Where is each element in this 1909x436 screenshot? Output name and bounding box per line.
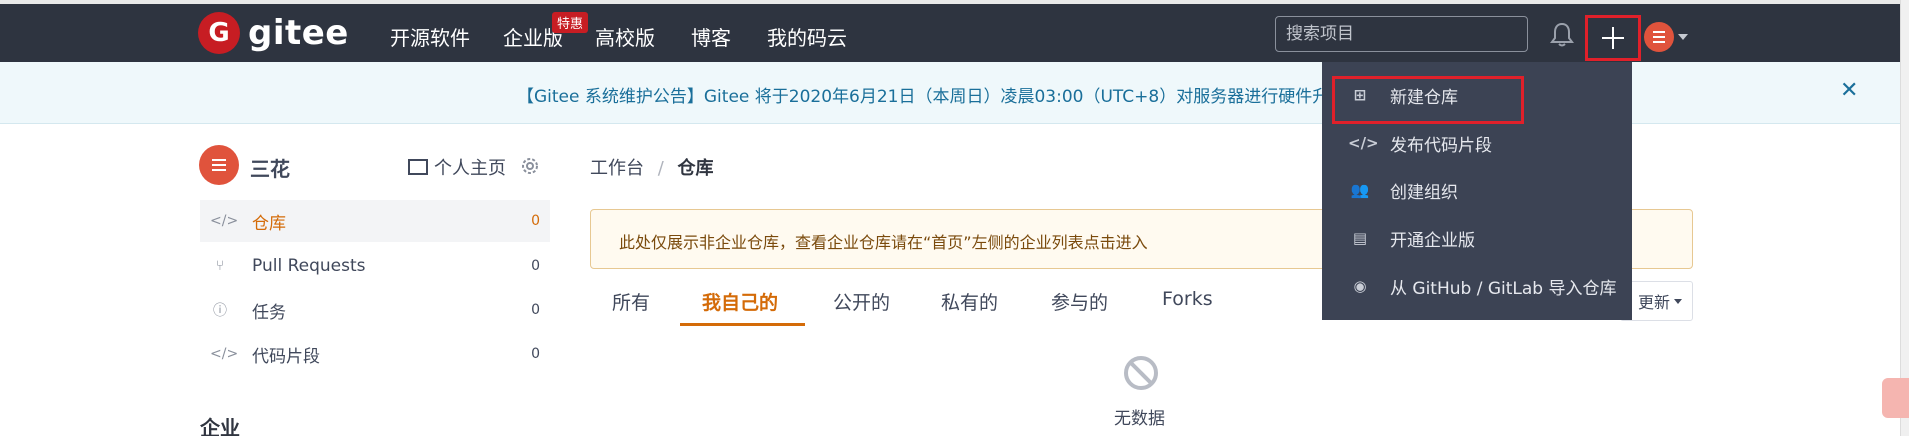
active-tab-underline xyxy=(680,323,805,326)
sidebar-item-count: 0 xyxy=(531,346,540,362)
code-icon: </> xyxy=(210,213,239,229)
sidebar-item-label: Pull Requests xyxy=(252,256,366,276)
gitee-logo-text: gitee xyxy=(248,13,349,53)
enterprise-section-title: 企业 xyxy=(200,416,240,436)
sidebar-item-label: 仓库 xyxy=(252,213,286,234)
no-data-text: 无数据 xyxy=(1114,409,1165,429)
sidebar-item-count: 0 xyxy=(531,302,540,318)
close-icon[interactable]: ✕ xyxy=(1840,78,1858,103)
avatar[interactable] xyxy=(199,145,239,185)
code-icon: </> xyxy=(210,346,239,362)
sidebar-item-label: 代码片段 xyxy=(252,346,320,367)
code-icon: </> xyxy=(1348,134,1379,152)
tab-all[interactable]: 所有 xyxy=(612,288,650,315)
personal-homepage-link[interactable]: 个人主页 xyxy=(408,154,506,180)
breadcrumb: 工作台 / 仓库 xyxy=(590,154,714,180)
chevron-down-icon xyxy=(1674,298,1682,304)
breadcrumb-workbench[interactable]: 工作台 xyxy=(590,158,644,179)
nav-blog[interactable]: 博客 xyxy=(691,22,731,51)
menu-item-publish-snippet[interactable]: </> 发布代码片段 xyxy=(1322,120,1632,166)
breadcrumb-current: 仓库 xyxy=(677,158,714,179)
sidebar-item-count: 0 xyxy=(531,213,540,229)
breadcrumb-separator: / xyxy=(657,158,664,179)
sidebar-item-count: 0 xyxy=(531,258,540,274)
sidebar-item-label: 任务 xyxy=(252,302,286,323)
notice-text: 【Gitee 系统维护公告】Gitee 将于2020年6月21日（本周日）凌晨0… xyxy=(517,87,1347,107)
menu-lines-icon xyxy=(212,159,226,171)
homepage-label: 个人主页 xyxy=(434,158,506,179)
menu-item-create-org[interactable]: 👥 创建组织 xyxy=(1322,167,1632,213)
id-card-icon xyxy=(408,159,428,175)
tab-mine[interactable]: 我自己的 xyxy=(702,288,778,315)
issue-icon: ⓘ xyxy=(213,303,227,319)
menu-item-open-enterprise[interactable]: ▤ 开通企业版 xyxy=(1322,215,1632,261)
tab-participated[interactable]: 参与的 xyxy=(1051,288,1108,315)
pull-request-icon: ⑂ xyxy=(215,258,225,274)
menu-item-label: 发布代码片段 xyxy=(1390,135,1492,156)
create-plus-button[interactable] xyxy=(1585,15,1641,61)
plus-icon xyxy=(1602,27,1624,49)
chevron-down-icon[interactable] xyxy=(1678,34,1688,40)
users-icon: 👥 xyxy=(1350,181,1370,199)
github-icon: ◉ xyxy=(1353,277,1367,295)
tab-public[interactable]: 公开的 xyxy=(833,288,890,315)
tab-private[interactable]: 私有的 xyxy=(941,288,998,315)
search-input[interactable] xyxy=(1275,16,1528,52)
scrollbar[interactable] xyxy=(1900,0,1909,436)
nav-open-source[interactable]: 开源软件 xyxy=(390,22,470,51)
sidebar-item-repos[interactable]: </> 仓库 0 xyxy=(200,200,550,242)
nav-education[interactable]: 高校版 xyxy=(595,22,655,51)
floating-help-button[interactable] xyxy=(1882,378,1909,418)
menu-item-import-repo[interactable]: ◉ 从 GitHub / GitLab 导入仓库 xyxy=(1322,263,1632,309)
menu-item-label: 开通企业版 xyxy=(1390,230,1475,251)
gitee-logo-mark: G xyxy=(198,12,240,54)
building-icon: ▤ xyxy=(1352,229,1368,247)
bell-icon[interactable] xyxy=(1550,22,1574,48)
menu-item-label: 创建组织 xyxy=(1390,182,1458,203)
new-repo-highlight-box xyxy=(1332,76,1524,124)
tip-text: 此处仅展示非企业仓库，查看企业仓库请在“首页”左侧的企业列表点击进入 xyxy=(619,233,1148,252)
sidebar-item-snippets[interactable]: </> 代码片段 0 xyxy=(200,333,550,375)
nav-my-gitee[interactable]: 我的码云 xyxy=(767,22,847,51)
sidebar-item-issues[interactable]: ⓘ 任务 0 xyxy=(200,289,550,331)
tab-forks[interactable]: Forks xyxy=(1162,288,1213,310)
gitee-logo[interactable]: G gitee xyxy=(198,12,349,54)
top-navbar: G gitee 开源软件 企业版 特惠 高校版 博客 我的码云 xyxy=(0,0,1909,62)
no-data-icon xyxy=(1124,356,1158,390)
sidebar-item-pull-requests[interactable]: ⑂ Pull Requests 0 xyxy=(200,245,550,287)
user-avatar-menu[interactable] xyxy=(1644,22,1674,52)
sort-label: 更新 xyxy=(1637,293,1670,312)
menu-item-label: 从 GitHub / GitLab 导入仓库 xyxy=(1390,278,1617,299)
nav-enterprise-badge: 特惠 xyxy=(552,12,589,33)
user-name[interactable]: 三花 xyxy=(250,153,290,182)
gear-icon[interactable] xyxy=(520,156,540,176)
menu-lines-icon xyxy=(1653,31,1665,43)
